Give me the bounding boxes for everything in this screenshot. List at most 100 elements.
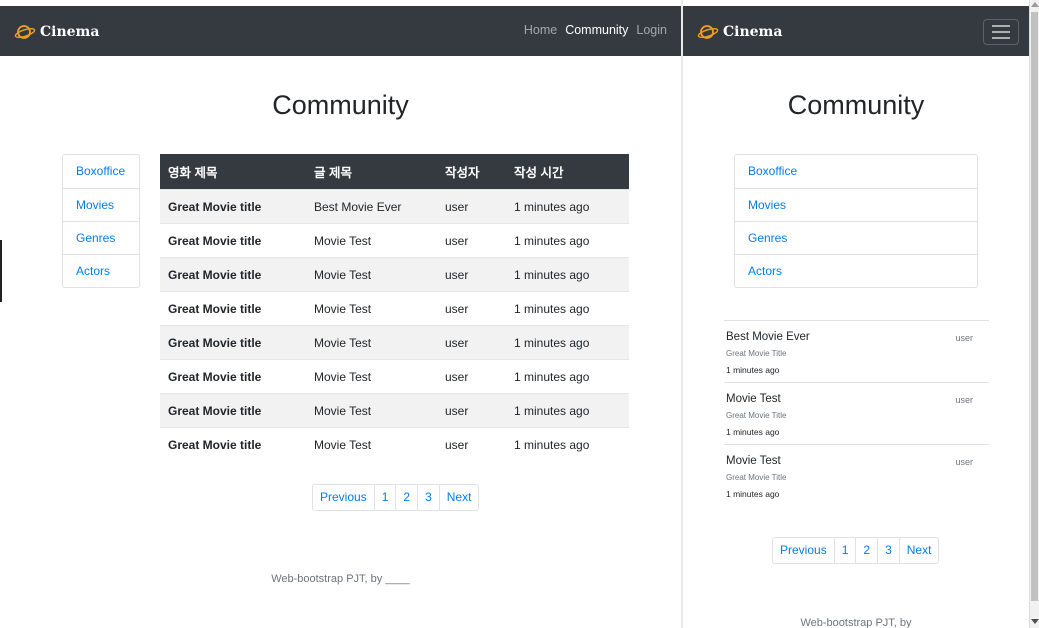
table-row[interactable]: Great Movie title Movie Test user 1 minutes… xyxy=(160,223,629,258)
nav-login-link[interactable]: Login xyxy=(636,23,667,37)
cell-title: Best Movie Ever xyxy=(306,189,437,224)
table-row[interactable]: Great Movie title Movie Test user 1 minutes… xyxy=(160,257,629,292)
cell-author: user xyxy=(437,291,506,326)
cell-author: user xyxy=(437,189,506,224)
cell-movie: Great Movie title xyxy=(160,325,306,360)
sidebar-item-boxoffice[interactable]: Boxoffice xyxy=(63,155,139,188)
sidebar-item-actors[interactable]: Actors xyxy=(63,254,139,287)
post-title: Movie Test xyxy=(726,455,781,467)
table-row[interactable]: Great Movie title Movie Test user 1 minutes… xyxy=(160,427,629,461)
nav-community-link[interactable]: Community xyxy=(565,23,628,37)
scroll-up-arrow-icon[interactable] xyxy=(1031,2,1039,7)
nav-links: Home Community Login xyxy=(524,23,667,37)
footer-text: Web-bootstrap PJT, by ____ xyxy=(271,573,410,585)
cell-title: Movie Test xyxy=(306,359,437,394)
sidebar-item-genres[interactable]: Genres xyxy=(735,221,977,254)
cell-movie: Great Movie title xyxy=(160,257,306,292)
post-movie: Great Movie Title xyxy=(726,349,787,358)
cell-time: 1 minutes ago xyxy=(506,393,629,428)
vertical-scrollbar[interactable] xyxy=(1029,0,1039,628)
pagination-previous[interactable]: Previous xyxy=(313,485,374,510)
sidebar-item-genres[interactable]: Genres xyxy=(63,221,139,254)
window-edge xyxy=(0,240,2,302)
table-header-row: 영화 제목 글 제목 작성자 작성 시간 xyxy=(160,154,629,190)
brand-link[interactable]: Cinema xyxy=(14,21,99,43)
table-row[interactable]: Great Movie title Movie Test user 1 minutes… xyxy=(160,359,629,394)
post-movie: Great Movie Title xyxy=(726,411,787,420)
cell-time: 1 minutes ago xyxy=(506,223,629,258)
hamburger-menu-icon[interactable] xyxy=(983,19,1019,45)
pagination-next[interactable]: Next xyxy=(438,485,479,510)
desktop-view: Cinema Home Community Login Community Bo… xyxy=(0,0,681,628)
cell-author: user xyxy=(437,325,506,360)
column-header-movie: 영화 제목 xyxy=(160,154,306,190)
list-item[interactable]: Best Movie Ever user Great Movie Title 1… xyxy=(724,320,989,382)
mobile-view: Cinema Community Boxoffice Movies Genres… xyxy=(683,0,1029,628)
sidebar-menu-mobile: Boxoffice Movies Genres Actors xyxy=(734,154,978,288)
pagination-previous[interactable]: Previous xyxy=(773,538,834,563)
post-author: user xyxy=(955,333,973,343)
table-row[interactable]: Great Movie title Movie Test user 1 minutes… xyxy=(160,325,629,360)
pagination-page-1[interactable]: 1 xyxy=(833,538,856,563)
cell-time: 1 minutes ago xyxy=(506,291,629,326)
pagination-page-2[interactable]: 2 xyxy=(395,485,417,510)
column-header-time: 작성 시간 xyxy=(506,154,629,190)
cell-time: 1 minutes ago xyxy=(506,359,629,394)
table-row[interactable]: Great Movie title Movie Test user 1 minutes… xyxy=(160,393,629,428)
pagination-mobile: Previous 1 2 3 Next xyxy=(772,537,940,564)
cell-title: Movie Test xyxy=(306,393,437,428)
sidebar-item-boxoffice[interactable]: Boxoffice xyxy=(735,155,977,188)
cell-movie: Great Movie title xyxy=(160,291,306,326)
cell-author: user xyxy=(437,257,506,292)
post-time: 1 minutes ago xyxy=(726,427,780,437)
pagination: Previous 1 2 3 Next xyxy=(312,484,480,511)
post-time: 1 minutes ago xyxy=(726,365,780,375)
post-title: Best Movie Ever xyxy=(726,331,810,343)
cell-author: user xyxy=(437,393,506,428)
brand-name: Cinema xyxy=(40,24,100,40)
nav-home-link[interactable]: Home xyxy=(524,23,557,37)
cell-title: Movie Test xyxy=(306,325,437,360)
cell-time: 1 minutes ago xyxy=(506,257,629,292)
cell-time: 1 minutes ago xyxy=(506,189,629,224)
pagination-page-3[interactable]: 3 xyxy=(877,538,899,563)
cell-time: 1 minutes ago xyxy=(506,325,629,360)
pagination-page-1[interactable]: 1 xyxy=(373,485,396,510)
sidebar-item-movies[interactable]: Movies xyxy=(735,188,977,221)
navbar-mobile: Cinema xyxy=(683,6,1029,56)
brand-link-mobile[interactable]: Cinema xyxy=(697,21,782,43)
cell-movie: Great Movie title xyxy=(160,359,306,394)
planet-logo-icon xyxy=(14,25,36,39)
brand-name-mobile: Cinema xyxy=(723,24,783,40)
cell-movie: Great Movie title xyxy=(160,427,306,461)
scroll-down-arrow-icon[interactable] xyxy=(1031,619,1039,624)
post-author: user xyxy=(955,457,973,467)
navbar: Cinema Home Community Login xyxy=(0,6,681,56)
column-header-author: 작성자 xyxy=(437,154,506,190)
cell-movie: Great Movie title xyxy=(160,223,306,258)
cell-author: user xyxy=(437,427,506,461)
sidebar-item-actors[interactable]: Actors xyxy=(735,254,977,287)
planet-logo-icon xyxy=(697,25,719,39)
list-item[interactable]: Movie Test user Great Movie Title 1 minu… xyxy=(724,382,989,444)
pagination-next[interactable]: Next xyxy=(898,538,939,563)
list-item[interactable]: Movie Test user Great Movie Title 1 minu… xyxy=(724,444,989,506)
post-movie: Great Movie Title xyxy=(726,473,787,482)
cell-movie: Great Movie title xyxy=(160,189,306,224)
post-author: user xyxy=(955,395,973,405)
sidebar-item-movies[interactable]: Movies xyxy=(63,188,139,221)
cell-author: user xyxy=(437,359,506,394)
column-header-title: 글 제목 xyxy=(306,154,437,190)
post-time: 1 minutes ago xyxy=(726,489,780,499)
footer-text-mobile: Web-bootstrap PJT, by xyxy=(800,617,912,628)
cell-title: Movie Test xyxy=(306,223,437,258)
cell-movie: Great Movie title xyxy=(160,393,306,428)
table-row[interactable]: Great Movie title Movie Test user 1 minutes… xyxy=(160,291,629,326)
cell-author: user xyxy=(437,223,506,258)
page-title: Community xyxy=(272,90,409,120)
page-title-mobile: Community xyxy=(787,90,925,120)
scrollbar-thumb[interactable] xyxy=(1031,12,1038,601)
pagination-page-3[interactable]: 3 xyxy=(417,485,439,510)
pagination-page-2[interactable]: 2 xyxy=(855,538,877,563)
table-row[interactable]: Great Movie title Best Movie Ever user 1 mi… xyxy=(160,189,629,224)
